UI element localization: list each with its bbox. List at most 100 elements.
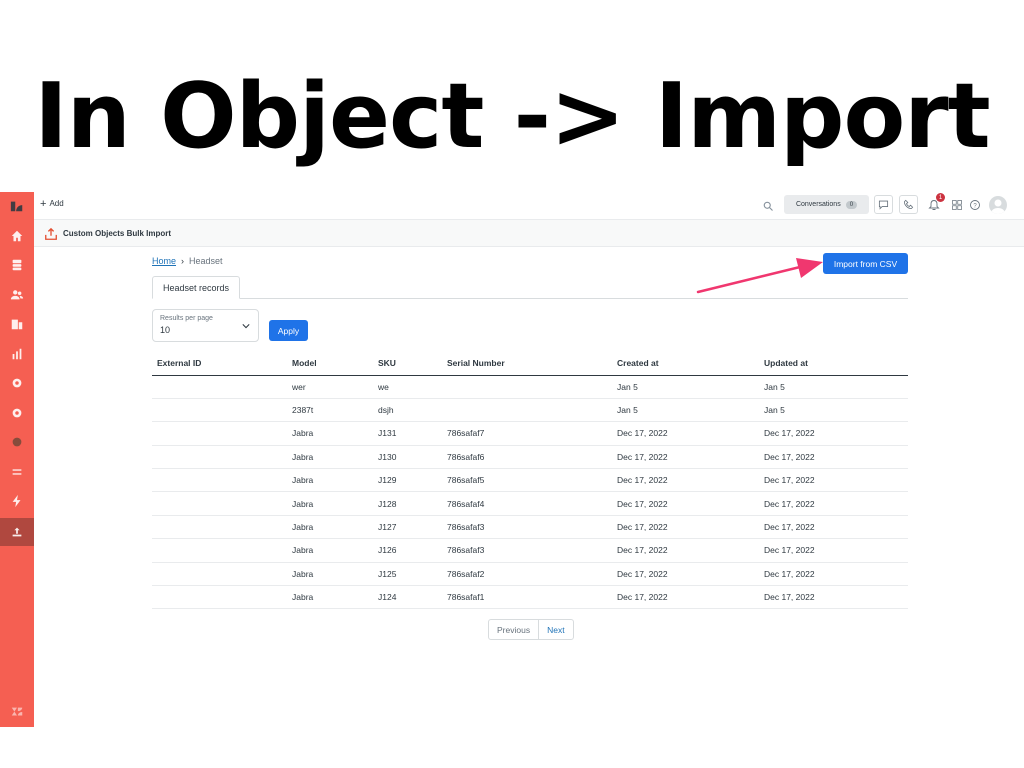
- table-cell: J131: [373, 421, 442, 446]
- table-cell: J126: [373, 538, 442, 563]
- table-cell: [152, 398, 287, 423]
- import-from-csv-button[interactable]: Import from CSV: [823, 253, 908, 274]
- apps-grid-icon[interactable]: [950, 198, 964, 212]
- upload-icon[interactable]: [0, 518, 34, 546]
- bolt-icon[interactable]: [0, 487, 34, 515]
- table-cell: Dec 17, 2022: [759, 421, 908, 446]
- table-cell: [152, 562, 287, 587]
- zendesk-logo-icon[interactable]: [0, 192, 34, 220]
- column-header[interactable]: External ID: [152, 351, 287, 376]
- phone-icon[interactable]: [899, 195, 918, 214]
- records-table: External ID Model SKU Serial Number Crea…: [152, 351, 908, 610]
- column-header[interactable]: Created at: [612, 351, 759, 376]
- breadcrumb-home-link[interactable]: Home: [152, 256, 176, 266]
- chat-icon[interactable]: [874, 195, 893, 214]
- table-row[interactable]: Jabra J127 786safaf3 Dec 17, 2022 Dec 17, 20…: [152, 515, 908, 540]
- left-nav: [0, 192, 34, 727]
- admin-icon[interactable]: [0, 369, 34, 397]
- app-title: Custom Objects Bulk Import: [63, 229, 172, 238]
- table-cell: [152, 538, 287, 563]
- table-row[interactable]: Jabra J124 786safaf1 Dec 17, 2022 Dec 17, 20…: [152, 585, 908, 610]
- table-cell: Dec 17, 2022: [612, 468, 759, 493]
- breadcrumb-separator: ›: [181, 256, 185, 266]
- avatar[interactable]: [989, 196, 1007, 214]
- table-row[interactable]: Jabra J125 786safaf2 Dec 17, 2022 Dec 17, 20…: [152, 562, 908, 587]
- table-cell: [442, 398, 612, 423]
- column-header[interactable]: Model: [287, 351, 373, 376]
- svg-text:?: ?: [973, 203, 977, 209]
- table-cell: J127: [373, 515, 442, 540]
- table-row[interactable]: Jabra J129 786safaf5 Dec 17, 2022 Dec 17, 20…: [152, 468, 908, 493]
- table-cell: [152, 468, 287, 493]
- table-cell: 786safaf7: [442, 421, 612, 446]
- table-row[interactable]: 2387t dsjh Jan 5 Jan 5: [152, 398, 908, 423]
- table-cell: 786safaf2: [442, 562, 612, 587]
- table-cell: Dec 17, 2022: [759, 515, 908, 540]
- table-cell: [152, 491, 287, 516]
- tab-headset-records[interactable]: Headset records: [152, 276, 241, 299]
- table-cell: Dec 17, 2022: [759, 538, 908, 563]
- help-icon[interactable]: ?: [968, 198, 982, 212]
- main-content: Home › Headset Import from CSV Headset r…: [152, 247, 908, 727]
- table-row[interactable]: Jabra J130 786safaf6 Dec 17, 2022 Dec 17, 20…: [152, 445, 908, 470]
- previous-page-button[interactable]: Previous: [489, 620, 540, 639]
- app-subheader: Custom Objects Bulk Import: [34, 219, 1024, 247]
- table-cell: Jabra: [287, 585, 373, 610]
- app-window: + Add Conversations 0 1 ? Custom Objects…: [0, 192, 1024, 727]
- views-icon[interactable]: [0, 251, 34, 279]
- tab-list: Headset records: [152, 276, 908, 299]
- table-cell: 786safaf5: [442, 468, 612, 493]
- add-button[interactable]: + Add: [40, 198, 64, 209]
- table-row[interactable]: Jabra J128 786safaf4 Dec 17, 2022 Dec 17, 20…: [152, 491, 908, 516]
- home-icon[interactable]: [0, 222, 34, 250]
- results-per-page-label: Results per page: [160, 315, 213, 322]
- organizations-icon[interactable]: [0, 310, 34, 338]
- table-cell: 786safaf3: [442, 515, 612, 540]
- pagination: Previous Next: [488, 619, 574, 640]
- table-cell: J129: [373, 468, 442, 493]
- table-cell: Dec 17, 2022: [759, 468, 908, 493]
- app-icon[interactable]: [0, 428, 34, 456]
- add-label: Add: [49, 199, 64, 208]
- zendesk-z-icon[interactable]: [0, 698, 34, 726]
- breadcrumb: Home › Headset: [152, 256, 223, 266]
- table-cell: J128: [373, 491, 442, 516]
- search-icon[interactable]: [762, 199, 774, 211]
- table-row[interactable]: wer we Jan 5 Jan 5: [152, 375, 908, 399]
- next-page-button[interactable]: Next: [539, 620, 572, 639]
- table-cell: Dec 17, 2022: [759, 562, 908, 587]
- table-cell: Jabra: [287, 468, 373, 493]
- settings-icon[interactable]: [0, 399, 34, 427]
- upload-icon: [44, 227, 58, 241]
- notification-badge: 1: [936, 193, 945, 202]
- table-cell: 786safaf6: [442, 445, 612, 470]
- apply-button[interactable]: Apply: [269, 320, 308, 341]
- column-header[interactable]: Updated at: [759, 351, 908, 376]
- table-cell: J130: [373, 445, 442, 470]
- table-row[interactable]: Jabra J126 786safaf3 Dec 17, 2022 Dec 17, 20…: [152, 538, 908, 563]
- table-cell: Jabra: [287, 538, 373, 563]
- table-cell: Dec 17, 2022: [759, 585, 908, 610]
- slide-title: In Object -> Import: [34, 64, 990, 169]
- table-cell: we: [373, 375, 442, 399]
- table-cell: 2387t: [287, 398, 373, 423]
- table-cell: Jan 5: [612, 375, 759, 399]
- results-per-page-select[interactable]: Results per page 10: [152, 309, 259, 342]
- table-cell: Dec 17, 2022: [612, 491, 759, 516]
- table-cell: [152, 375, 287, 399]
- conversations-button[interactable]: Conversations 0: [784, 195, 869, 214]
- table-cell: J125: [373, 562, 442, 587]
- column-header[interactable]: Serial Number: [442, 351, 612, 376]
- customers-icon[interactable]: [0, 281, 34, 309]
- table-cell: [152, 515, 287, 540]
- table-row[interactable]: Jabra J131 786safaf7 Dec 17, 2022 Dec 17, 20…: [152, 421, 908, 446]
- switch-icon[interactable]: [0, 458, 34, 486]
- table-cell: dsjh: [373, 398, 442, 423]
- column-header[interactable]: SKU: [373, 351, 442, 376]
- chevron-down-icon: [242, 324, 250, 329]
- reporting-icon[interactable]: [0, 340, 34, 368]
- conversations-label: Conversations: [795, 201, 841, 208]
- table-cell: wer: [287, 375, 373, 399]
- breadcrumb-current: Headset: [189, 256, 223, 266]
- table-cell: 786safaf4: [442, 491, 612, 516]
